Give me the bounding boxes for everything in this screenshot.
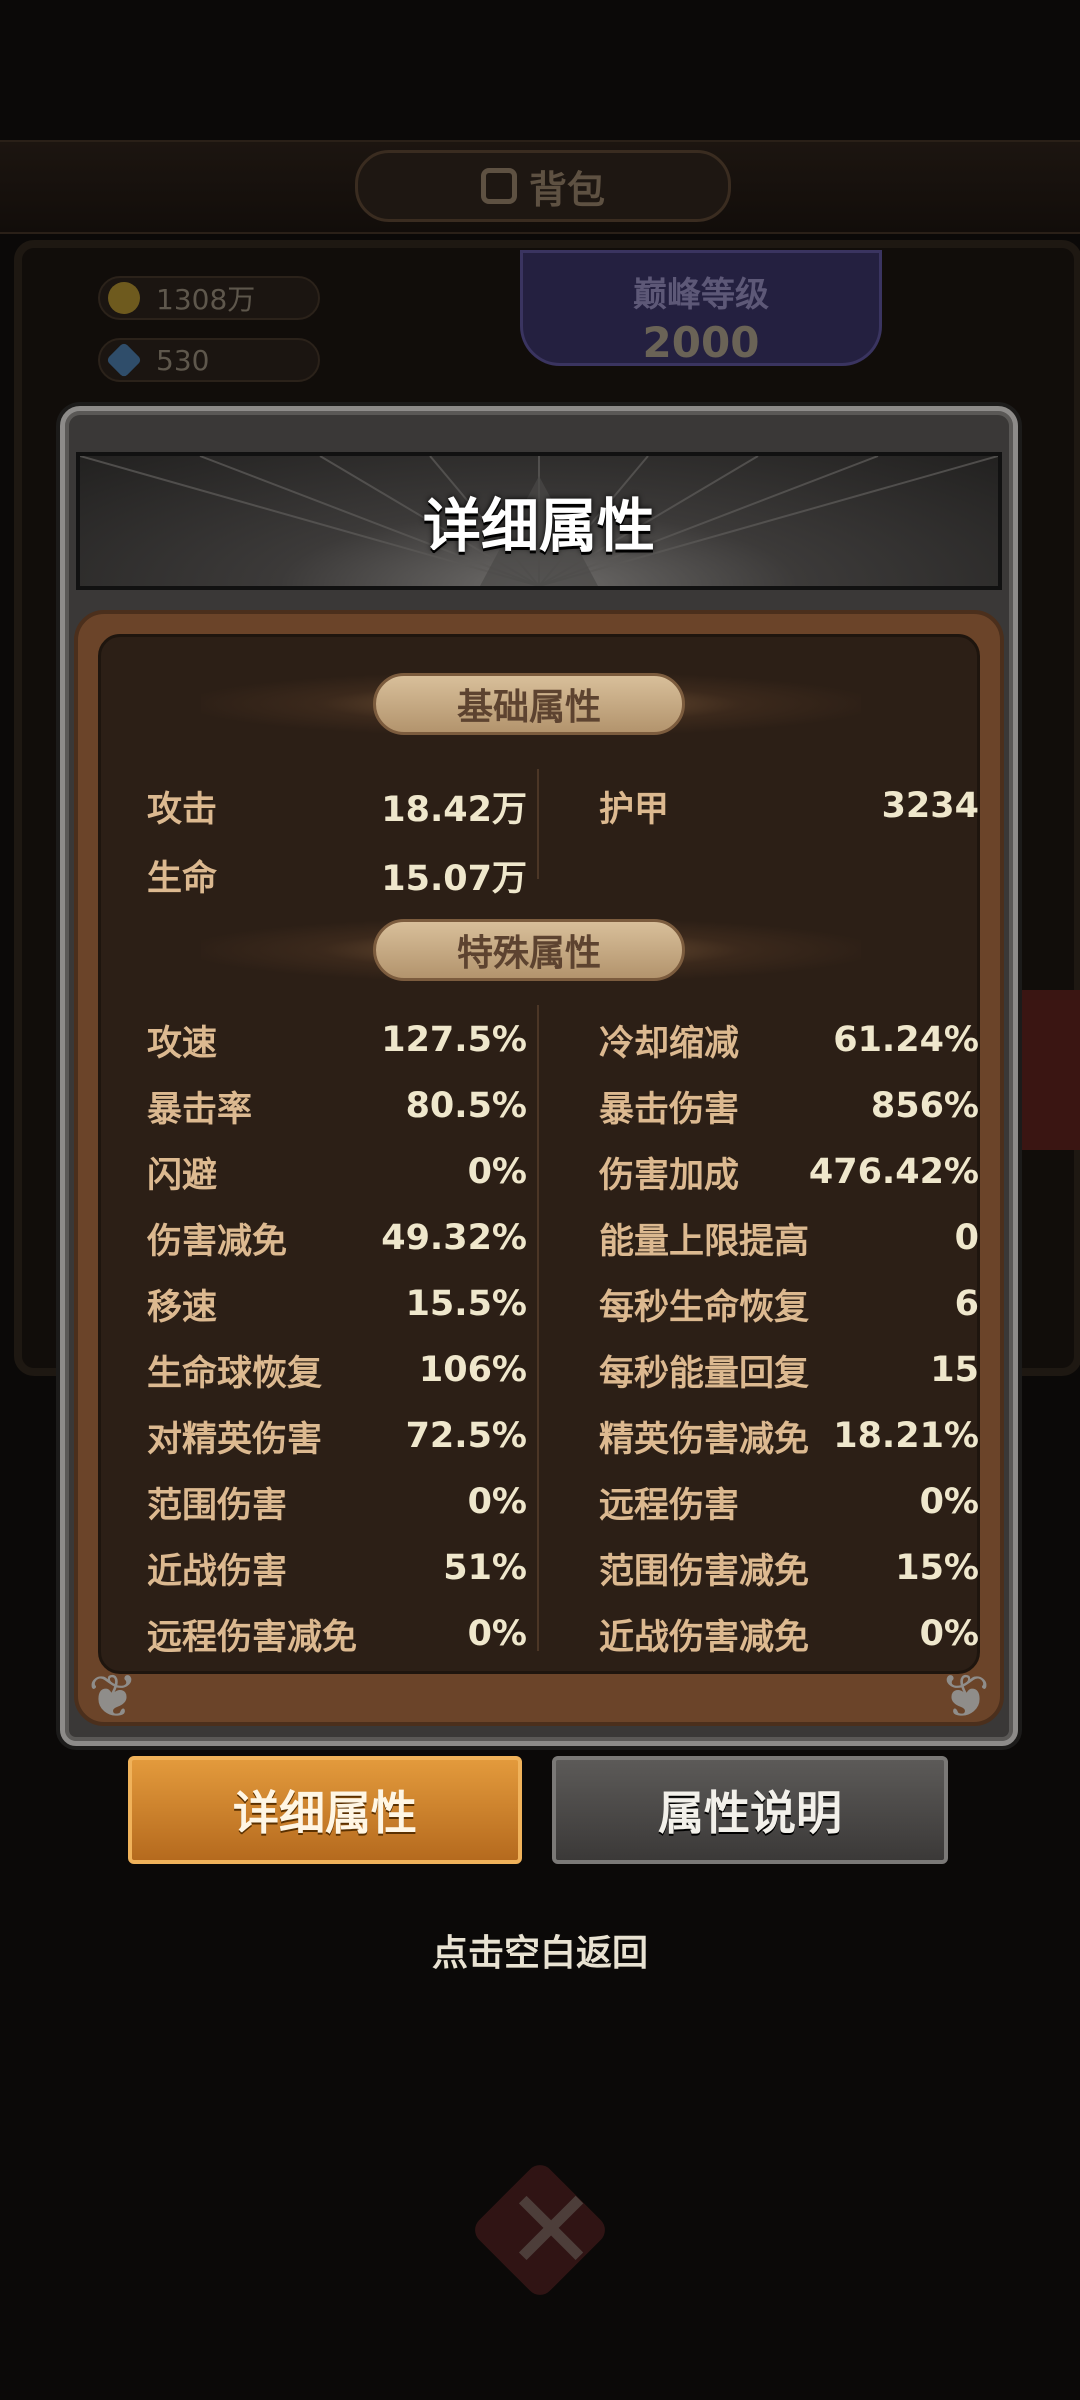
stat-value: 0% — [467, 1482, 527, 1522]
stat-ranged-damage: 远程伤害 0% — [599, 1477, 979, 1527]
bag-icon — [480, 168, 517, 204]
stat-energy-regen: 每秒能量回复 15 — [599, 1345, 979, 1395]
basic-section-header: 基础属性 — [373, 673, 685, 735]
stat-value: 0% — [467, 1152, 527, 1192]
bg-gem-value: 530 — [156, 343, 210, 377]
stat-label: 伤害加成 — [599, 1155, 740, 1196]
stat-value: 15.5% — [405, 1284, 527, 1324]
attribute-explanation-tab[interactable]: 属性说明 — [552, 1756, 948, 1864]
stat-area-reduction: 范围伤害减免 15% — [599, 1543, 979, 1593]
stat-label: 范围伤害 — [147, 1485, 288, 1526]
crossed-swords-icon: ✕ — [505, 2166, 598, 2294]
stat-value: 0 — [954, 1218, 979, 1258]
stat-label: 近战伤害减免 — [599, 1617, 810, 1658]
stat-value: 0% — [919, 1614, 979, 1654]
stat-value: 6 — [954, 1284, 979, 1324]
stat-value: 856% — [870, 1086, 979, 1126]
stat-label: 攻击 — [147, 789, 218, 830]
attribute-content-box: 基础属性 攻击 18.42万 护甲 3234 生命 15.07万 特殊属性 攻速 — [74, 610, 1004, 1732]
stat-value: 0% — [919, 1482, 979, 1522]
detail-attributes-tab[interactable]: 详细属性 — [128, 1756, 522, 1864]
stat-value: 80.5% — [405, 1086, 527, 1126]
basic-divider — [537, 769, 539, 879]
bg-side-panel — [1020, 990, 1080, 1150]
stat-value: 476.42% — [808, 1152, 979, 1192]
stat-label: 远程伤害减免 — [147, 1617, 358, 1658]
stat-damage-reduction: 伤害减免 49.32% — [147, 1213, 527, 1263]
stat-cooldown-reduction: 冷却缩减 61.24% — [599, 1015, 979, 1065]
attribute-list[interactable]: 基础属性 攻击 18.42万 护甲 3234 生命 15.07万 特殊属性 攻速 — [98, 634, 980, 1674]
stat-melee-damage: 近战伤害 51% — [147, 1543, 527, 1593]
stat-value: 72.5% — [405, 1416, 527, 1456]
stat-melee-reduction: 近战伤害减免 0% — [599, 1609, 979, 1659]
stat-dodge: 闪避 0% — [147, 1147, 527, 1197]
bg-peak-label: 巅峰等级 — [633, 275, 769, 315]
bg-coin-counter: 1308万 — [98, 276, 320, 320]
stat-elite-damage: 对精英伤害 72.5% — [147, 1411, 527, 1461]
gem-icon — [105, 341, 143, 379]
tap-blank-return-hint: 点击空白返回 — [431, 1933, 648, 1974]
stat-label: 每秒生命恢复 — [599, 1287, 810, 1328]
corner-ornament-icon: ❦ — [939, 1662, 991, 1732]
stat-label: 移速 — [147, 1287, 218, 1328]
coin-icon — [108, 282, 140, 314]
corner-ornament-icon: ❦ — [87, 1662, 139, 1732]
stat-label: 暴击伤害 — [599, 1089, 740, 1130]
stat-label: 护甲 — [599, 789, 670, 830]
stat-label: 生命球恢复 — [147, 1353, 323, 1394]
stat-label: 暴击率 — [147, 1089, 253, 1130]
attribute-modal: 详细属性 基础属性 攻击 18.42万 护甲 3234 生命 15.07万 特殊… — [60, 406, 1018, 1746]
stat-value: 15% — [895, 1548, 979, 1588]
stat-label: 远程伤害 — [599, 1485, 740, 1526]
bg-coin-value: 1308万 — [156, 283, 256, 316]
stat-label: 闪避 — [147, 1155, 218, 1196]
stat-value: 51% — [443, 1548, 527, 1588]
stat-value: 61.24% — [833, 1020, 979, 1060]
stat-move-speed: 移速 15.5% — [147, 1279, 527, 1329]
stat-label: 冷却缩减 — [599, 1023, 740, 1064]
stat-value: 3234 — [881, 786, 979, 826]
stat-attack: 攻击 18.42万 — [147, 781, 527, 831]
stat-label: 生命 — [147, 858, 218, 899]
stat-armor: 护甲 3234 — [599, 781, 979, 831]
stat-health-orb: 生命球恢复 106% — [147, 1345, 527, 1395]
stat-energy-cap: 能量上限提高 0 — [599, 1213, 979, 1263]
bg-peak-level: 巅峰等级 2000 — [520, 250, 882, 367]
bg-peak-value: 2000 — [642, 318, 760, 367]
stat-label: 近战伤害 — [147, 1551, 288, 1592]
stat-crit-damage: 暴击伤害 856% — [599, 1081, 979, 1131]
stat-label: 精英伤害减免 — [599, 1419, 810, 1460]
stat-damage-bonus: 伤害加成 476.42% — [599, 1147, 979, 1197]
modal-title: 详细属性 — [422, 492, 655, 560]
stat-value: 127.5% — [381, 1020, 527, 1060]
bg-bag-title: 背包 — [355, 150, 731, 222]
stat-value: 49.32% — [381, 1218, 527, 1258]
stat-value: 15 — [930, 1350, 979, 1390]
bg-bag-label: 背包 — [528, 167, 605, 212]
stat-label: 每秒能量回复 — [599, 1353, 810, 1394]
stat-hp-regen: 每秒生命恢复 6 — [599, 1279, 979, 1329]
stat-value: 18.21% — [833, 1416, 979, 1456]
stat-ranged-reduction: 远程伤害减免 0% — [147, 1609, 527, 1659]
stat-value: 18.42万 — [381, 789, 527, 830]
stat-value: 106% — [418, 1350, 527, 1390]
stat-attack-speed: 攻速 127.5% — [147, 1015, 527, 1065]
bg-gem-counter: 530 — [98, 338, 320, 382]
stat-area-damage: 范围伤害 0% — [147, 1477, 527, 1527]
stat-label: 攻速 — [147, 1023, 218, 1064]
stat-value: 0% — [467, 1614, 527, 1654]
stat-label: 对精英伤害 — [147, 1419, 323, 1460]
stat-value: 15.07万 — [381, 858, 527, 899]
stat-label: 范围伤害减免 — [599, 1551, 810, 1592]
stat-label: 伤害减免 — [147, 1221, 288, 1262]
modal-header: 详细属性 — [76, 452, 1002, 590]
special-section-header: 特殊属性 — [373, 919, 685, 981]
stat-crit-rate: 暴击率 80.5% — [147, 1081, 527, 1131]
special-divider — [537, 1005, 539, 1651]
stat-elite-reduction: 精英伤害减免 18.21% — [599, 1411, 979, 1461]
stat-hp: 生命 15.07万 — [147, 850, 527, 900]
stat-label: 能量上限提高 — [599, 1221, 810, 1262]
